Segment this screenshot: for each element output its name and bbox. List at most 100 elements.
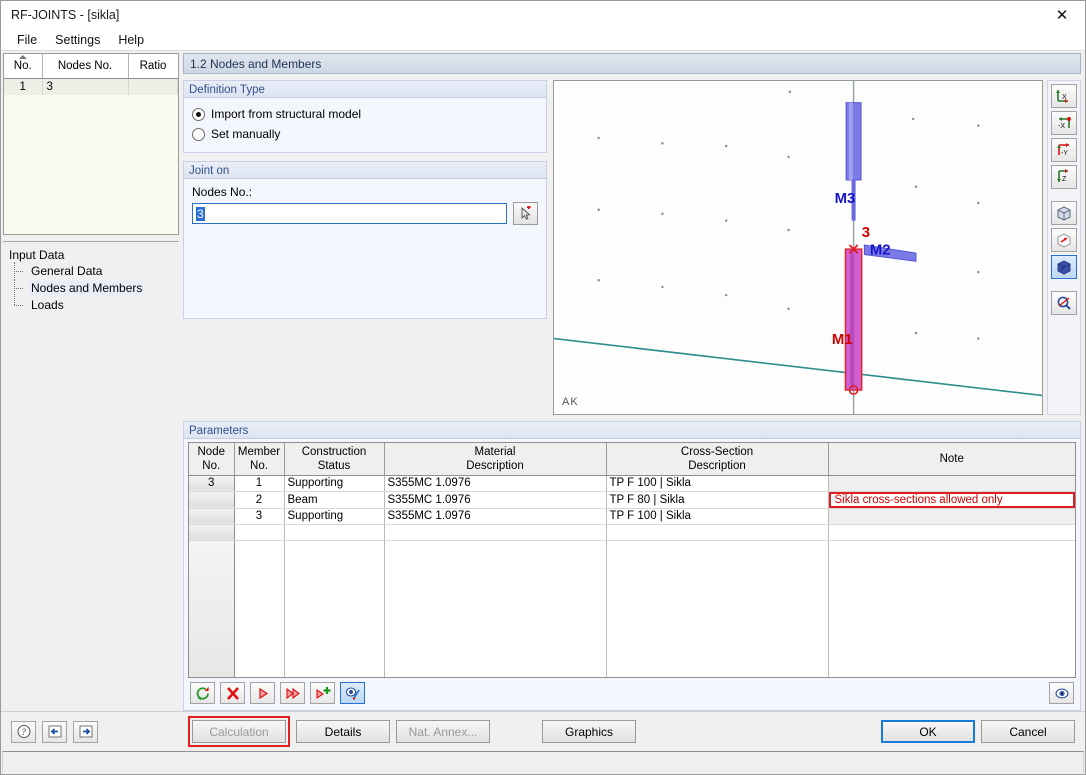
sidebar: No. Nodes No. Ratio 1 3 Input Data Gener… [1,51,181,711]
refresh-icon[interactable] [190,682,215,704]
menu-bar: File Settings Help [1,29,1085,51]
model-graphic: M3 M2 M1 3 [554,81,1042,415]
forms-column: Definition Type Import from structural m… [183,80,547,415]
nodes-no-input[interactable]: 3 [192,203,507,224]
sidebar-item-label: Loads [31,298,64,312]
cell-note[interactable] [828,475,1075,492]
view-z-icon[interactable]: Z [1051,165,1077,189]
cell-node-no[interactable] [189,508,235,525]
cell-material[interactable]: S355MC 1.0976 [384,508,607,525]
parameters-toolbar [188,678,1076,706]
cell-material[interactable]: S355MC 1.0976 [384,491,607,509]
table-row[interactable]: 1 3 [4,78,178,95]
cell-note[interactable] [828,508,1075,525]
svg-text:3: 3 [862,225,870,241]
cell-cross-section[interactable]: TP F 100 | Sikla [606,475,829,492]
sidebar-item-loads[interactable]: Loads [3,296,179,313]
radio-label: Import from structural model [211,107,362,121]
cell-member-no[interactable]: 3 [234,508,285,525]
col-node-no-line2: No. [202,460,221,473]
visibility-edit-icon[interactable] [340,682,365,704]
cell-construction-status[interactable]: Beam [284,491,385,509]
joint-on-group: Joint on Nodes No.: 3 [183,161,547,319]
parameters-grid[interactable]: Node No. Member No. Construction Status … [188,442,1076,678]
sidebar-item-general-data[interactable]: General Data [3,262,179,279]
col-construction-status[interactable]: Construction Status [284,443,385,476]
view-x-icon[interactable]: X [1051,84,1077,108]
col-member-no-line1: Member [237,446,281,459]
col-material-line2: Description [466,460,524,473]
page-title: 1.2 Nodes and Members [183,53,1081,74]
svg-text:-X: -X [1058,123,1065,130]
table-row[interactable]: 3 Supporting S355MC 1.0976 TP F 100 | Si… [189,508,1075,525]
next-icon[interactable] [250,682,275,704]
col-cross-section-line2: Description [688,460,746,473]
col-member-no[interactable]: Member No. [234,443,285,476]
cell-node-no[interactable]: 3 [189,475,235,492]
radio-selected-icon [192,107,205,121]
help-icon[interactable]: ? [11,720,36,743]
previous-dialog-icon[interactable] [42,720,67,743]
joints-col-ratio[interactable]: Ratio [128,54,178,79]
eye-icon[interactable] [1049,682,1074,704]
close-icon[interactable]: ✕ [1039,1,1085,29]
next-dialog-icon[interactable] [73,720,98,743]
tree-root-input-data[interactable]: Input Data [3,248,179,262]
menu-item-help[interactable]: Help [110,31,152,49]
cell-material[interactable]: S355MC 1.0976 [384,475,607,492]
table-row[interactable]: 3 1 Supporting S355MC 1.0976 TP F 100 | … [189,475,1075,492]
joints-col-nodes-no[interactable]: Nodes No. [42,54,129,79]
ok-button[interactable]: OK [881,720,975,743]
model-viewport[interactable]: M3 M2 M1 3 AK [553,80,1043,416]
radio-set-manually[interactable]: Set manually [192,124,538,144]
joints-col-no[interactable]: No. [4,54,43,79]
sort-ascending-icon [18,55,27,59]
title-bar: RF-JOINTS - [sikla] ✕ [1,1,1085,29]
status-bar [2,751,1084,773]
col-cross-section[interactable]: Cross-Section Description [606,443,829,476]
delete-icon[interactable] [220,682,245,704]
col-node-no-line1: Node [197,446,226,459]
view-wireframe-icon[interactable] [1051,228,1077,252]
radio-import-from-structural-model[interactable]: Import from structural model [192,104,538,124]
menu-item-file[interactable]: File [9,31,45,49]
sidebar-item-nodes-and-members[interactable]: Nodes and Members [3,279,179,296]
joints-list-table[interactable]: No. Nodes No. Ratio 1 3 [3,53,179,235]
main-body: No. Nodes No. Ratio 1 3 Input Data Gener… [1,51,1085,711]
radio-label: Set manually [211,127,281,141]
add-icon[interactable] [310,682,335,704]
svg-text:M1: M1 [832,332,853,348]
col-note[interactable]: Note [828,443,1075,476]
cell-cross-section[interactable]: TP F 80 | Sikla [606,491,829,509]
cell-construction-status[interactable]: Supporting [284,508,385,525]
parameters-group: Parameters Node No. Member No. Construct… [183,421,1081,711]
nat-annex-button[interactable]: Nat. Annex... [396,720,490,743]
cell-ratio [128,78,178,95]
calculation-button[interactable]: Calculation [192,720,286,743]
cell-note[interactable]: Sikla cross-sections allowed only [828,491,1075,509]
fast-forward-icon[interactable] [280,682,305,704]
col-material[interactable]: Material Description [384,443,607,476]
cell-construction-status[interactable]: Supporting [284,475,385,492]
details-button[interactable]: Details [296,720,390,743]
svg-text:X: X [1062,94,1067,101]
view-minus-y-icon[interactable]: -Y [1051,138,1077,162]
view-minus-x-icon[interactable]: -X [1051,111,1077,135]
cell-member-no[interactable]: 2 [234,491,285,509]
zoom-all-icon[interactable] [1051,291,1077,315]
cell-cross-section[interactable]: TP F 100 | Sikla [606,508,829,525]
navigation-tree: Input Data General Data Nodes and Member… [3,241,179,709]
view-rendered-icon[interactable] [1051,255,1077,279]
cancel-button[interactable]: Cancel [981,720,1075,743]
table-row[interactable]: 2 Beam S355MC 1.0976 TP F 80 | Sikla Sik… [189,491,1075,509]
graphics-button[interactable]: Graphics [542,720,636,743]
cell-node-no[interactable] [189,491,235,509]
col-material-line1: Material [474,446,516,459]
cell-member-no[interactable]: 1 [234,475,285,492]
pick-node-icon[interactable] [513,202,538,225]
joints-col-no-label: No. [13,59,32,72]
menu-item-settings[interactable]: Settings [47,31,108,49]
col-node-no[interactable]: Node No. [189,443,235,476]
view-isometric-icon[interactable] [1051,201,1077,225]
parameters-title: Parameters [183,421,1081,440]
